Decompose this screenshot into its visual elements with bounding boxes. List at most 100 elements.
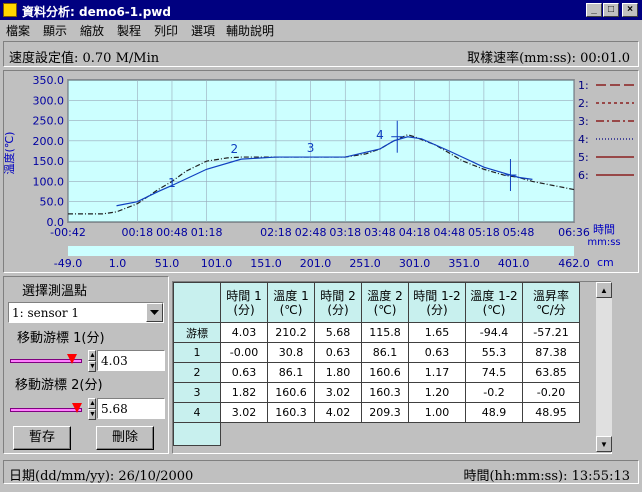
menu-file[interactable]: 檔案 [6,22,30,39]
close-button[interactable]: × [622,3,638,17]
row-header[interactable]: 1 [173,342,221,363]
table-row[interactable]: 4 3.02 160.3 4.02 209.3 1.00 48.9 48.95 [173,402,580,423]
empty-row [173,422,580,446]
column-header[interactable]: 時間 2 (分) [314,282,362,323]
table-cell[interactable]: 74.5 [465,362,523,383]
table-cell[interactable]: 48.9 [465,402,523,423]
cursor2-input[interactable]: 5.68 [97,398,165,419]
temperature-chart[interactable]: 350.0300.0250.0200.0150.0100.050.00.0 -0… [2,71,638,272]
table-cell[interactable]: 160.6 [267,382,315,403]
table-cell[interactable]: 1.82 [220,382,268,403]
table-cell[interactable]: -94.4 [465,322,523,343]
cursor1-value: 4.03 [101,354,128,368]
table-cell[interactable]: 1.00 [408,402,466,423]
table-cell[interactable]: -0.20 [522,382,580,403]
row-header[interactable]: 2 [173,362,221,383]
table-cell[interactable]: -0.2 [465,382,523,403]
table-cell[interactable]: 0.63 [220,362,268,383]
column-header[interactable]: 溫度 1 (℃) [267,282,315,323]
column-header[interactable]: 時間 1-2 (分) [408,282,466,323]
table-cell[interactable]: 4.02 [314,402,362,423]
status-bar: 日期(dd/mm/yy): 26/10/2000 時間(hh:mm:ss): 1… [3,460,639,484]
cursor1-slider[interactable] [8,354,84,368]
sensor-select[interactable]: 1: sensor 1 [8,302,164,323]
cursor2-spinner[interactable]: ▲ ▼ [88,398,96,420]
table-cell[interactable]: 3.02 [314,382,362,403]
y-tick-label: 250.0 [33,115,65,128]
table-cell[interactable]: 0.63 [408,342,466,363]
table-cell[interactable]: -57.21 [522,322,580,343]
table-cell[interactable]: 210.2 [267,322,315,343]
table-cell[interactable]: 0.63 [314,342,362,363]
column-header[interactable]: 溫度 2 (℃) [361,282,409,323]
legend-label: 1: [578,79,589,92]
table-row[interactable]: 3 1.82 160.6 3.02 160.3 1.20 -0.2 -0.20 [173,382,580,403]
title-bar[interactable]: 資料分析: demo6-1.pwd _ □ × [0,0,642,20]
table-cell[interactable]: 30.8 [267,342,315,363]
vertical-scrollbar[interactable]: ▲ ▼ [596,282,612,452]
table-row[interactable]: 2 0.63 86.1 1.80 160.6 1.17 74.5 63.85 [173,362,580,383]
menu-zoom[interactable]: 縮放 [80,22,104,39]
menu-options[interactable]: 選項 [191,22,215,39]
menu-print[interactable]: 列印 [154,22,178,39]
table-cell[interactable]: 55.3 [465,342,523,363]
menu-view[interactable]: 顯示 [43,22,67,39]
column-header[interactable]: 溫度 1-2 (℃) [465,282,523,323]
row-header[interactable]: 3 [173,382,221,403]
y-tick-label: 350.0 [33,74,65,87]
table-cell[interactable]: 87.38 [522,342,580,363]
row-header[interactable]: 4 [173,402,221,423]
table-cell[interactable]: 86.1 [361,342,409,363]
table-cell[interactable]: 1.17 [408,362,466,383]
table-cell[interactable]: 1.20 [408,382,466,403]
minimize-button[interactable]: _ [586,3,602,17]
y-axis-label: 溫度(℃) [4,132,16,175]
table-cell[interactable]: 1.80 [314,362,362,383]
status-date: 日期(dd/mm/yy): 26/10/2000 [9,469,194,484]
column-header[interactable]: 時間 1 (分) [220,282,268,323]
cursor1-spinner[interactable]: ▲ ▼ [88,350,96,372]
spin-down-icon[interactable]: ▼ [88,409,96,420]
spin-up-icon[interactable]: ▲ [88,398,96,409]
scroll-up-icon[interactable]: ▲ [596,282,612,298]
empty-area [220,422,580,446]
table-cell[interactable]: 86.1 [267,362,315,383]
row-header[interactable]: 游標 [173,322,221,343]
scroll-down-icon[interactable]: ▼ [596,436,612,452]
marker-label: 4 [376,128,384,142]
column-header[interactable]: 溫昇率 ℃/分 [522,282,580,323]
cm-tick-label: 201.0 [300,257,332,270]
cursor1-label: 移動游標 1(分) [17,331,105,346]
table-cell[interactable]: 1.65 [408,322,466,343]
table-cell[interactable]: 115.8 [361,322,409,343]
cursor2-slider-thumb[interactable] [71,403,82,413]
x-tick-label: 00:18 [121,226,153,239]
table-row[interactable]: 游標 4.03 210.2 5.68 115.8 1.65 -94.4 -57.21 [173,322,580,343]
table-cell[interactable]: 63.85 [522,362,580,383]
table-cell[interactable]: 4.03 [220,322,268,343]
legend-label: 3: [578,115,589,128]
cursor1-slider-thumb[interactable] [66,354,77,364]
cursor2-slider[interactable] [8,403,84,417]
table-cell[interactable]: 3.02 [220,402,268,423]
app-icon[interactable] [3,3,17,17]
table-cell[interactable]: 160.3 [267,402,315,423]
plot-area[interactable] [67,79,575,223]
menu-help[interactable]: 輔助說明 [226,22,274,39]
table-cell[interactable]: 5.68 [314,322,362,343]
chevron-down-icon[interactable] [146,303,163,322]
maximize-button[interactable]: □ [603,3,619,17]
menu-process[interactable]: 製程 [117,22,141,39]
table-cell[interactable]: 160.6 [361,362,409,383]
table-cell[interactable]: 48.95 [522,402,580,423]
x-tick-label: 04:48 [433,226,465,239]
spin-down-icon[interactable]: ▼ [88,361,96,372]
table-row[interactable]: 1 -0.00 30.8 0.63 86.1 0.63 55.3 87.38 [173,342,580,363]
table-cell[interactable]: -0.00 [220,342,268,363]
table-cell[interactable]: 209.3 [361,402,409,423]
table-cell[interactable]: 160.3 [361,382,409,403]
spin-up-icon[interactable]: ▲ [88,350,96,361]
save-button[interactable]: 暫存 [13,426,71,450]
delete-button[interactable]: 刪除 [96,426,154,450]
cursor1-input[interactable]: 4.03 [97,350,165,371]
